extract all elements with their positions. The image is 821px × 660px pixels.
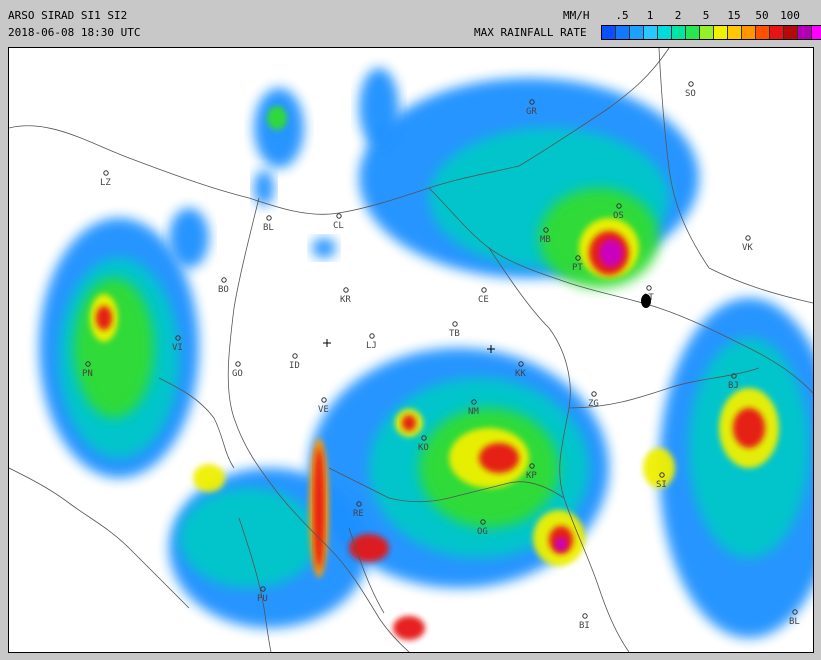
scale-label-4: 15 xyxy=(727,9,741,22)
city-label: ZG xyxy=(588,399,599,409)
city-ce: CE xyxy=(478,287,489,305)
scale-swatch-14 xyxy=(798,26,812,39)
city-label: MB xyxy=(540,235,551,245)
city-label: CL xyxy=(333,221,344,231)
scale-swatch-10 xyxy=(742,26,756,39)
city-bo: BO xyxy=(218,277,229,295)
scale-swatch-9 xyxy=(728,26,742,39)
city-cl: CL xyxy=(333,213,344,231)
city-label: KK xyxy=(515,369,526,379)
city-label: PN xyxy=(82,369,93,379)
scale-swatch-4 xyxy=(658,26,672,39)
city-label: BL xyxy=(789,617,800,627)
scale-swatch-2 xyxy=(630,26,644,39)
scale-swatch-0 xyxy=(602,26,616,39)
city-label: LZ xyxy=(100,178,111,188)
city-label: LJ xyxy=(366,341,377,351)
city-label: ID xyxy=(289,361,300,371)
city-label: BI xyxy=(579,621,590,631)
timestamp: 2018-06-08 18:30 UTC xyxy=(8,26,141,39)
city-label: NM xyxy=(468,407,479,417)
rain-cell xyxy=(267,106,287,130)
city-label: KR xyxy=(340,295,351,305)
rain-cell xyxy=(169,208,209,268)
city-lz: LZ xyxy=(100,170,111,188)
city-label: BL xyxy=(263,223,274,233)
rain-cell xyxy=(555,537,567,551)
city-bi: BI xyxy=(579,613,590,631)
city-label: PU xyxy=(257,594,268,604)
city-label: VE xyxy=(318,405,329,415)
city-label: KO xyxy=(418,443,429,453)
city-label: TB xyxy=(449,329,460,339)
scale-swatch-15 xyxy=(812,26,821,39)
city-so: SO xyxy=(685,81,696,99)
scale-swatch-1 xyxy=(616,26,630,39)
scale-label-6: 100 xyxy=(780,9,800,22)
city-vk: VK xyxy=(742,235,753,253)
city-ve: VE xyxy=(318,397,329,415)
city-id: ID xyxy=(289,353,300,371)
rain-cell xyxy=(359,68,399,148)
color-scale-bar xyxy=(601,25,821,40)
city-label: CE xyxy=(478,295,489,305)
product-title: ARSO SIRAD SI1 SI2 xyxy=(8,9,128,22)
city-label: VI xyxy=(172,343,183,353)
legend-title: MAX RAINFALL RATE xyxy=(474,26,587,39)
rain-cell xyxy=(312,238,336,258)
scale-swatch-13 xyxy=(784,26,798,39)
rainfall-layer xyxy=(39,68,813,640)
rain-cell xyxy=(179,488,319,588)
rain-cell xyxy=(314,448,324,568)
city-bl: BL xyxy=(263,215,274,233)
rain-cell xyxy=(733,408,765,448)
rain-cell xyxy=(393,616,425,640)
header-bar: ARSO SIRAD SI1 SI2 2018-06-08 18:30 UTC … xyxy=(0,0,821,46)
rain-cell xyxy=(193,464,225,492)
city-label: VK xyxy=(742,243,753,253)
scale-swatch-12 xyxy=(770,26,784,39)
scale-label-2: 2 xyxy=(674,9,682,22)
city-label: OG xyxy=(477,527,488,537)
rain-cell xyxy=(402,415,416,431)
scale-swatch-3 xyxy=(644,26,658,39)
scale-swatch-11 xyxy=(756,26,770,39)
radar-map[interactable]: GR SO LZ BL CL MB PT VK BO KR CE LJ TB VI PN GO ID KK ZG BJ… xyxy=(8,47,814,653)
city-label: RE xyxy=(353,509,364,519)
city-label: BO xyxy=(218,285,229,295)
city-label: BJ xyxy=(728,381,739,391)
city-label: SI xyxy=(656,480,667,490)
scale-swatch-8 xyxy=(714,26,728,39)
city-label: PT xyxy=(572,263,583,273)
city-zg: ZG xyxy=(588,391,599,409)
scale-swatch-5 xyxy=(672,26,686,39)
city-kr: KR xyxy=(340,287,351,305)
city-label: GO xyxy=(232,369,243,379)
city-lj: LJ xyxy=(366,333,377,351)
rain-cell xyxy=(74,278,154,418)
rain-cell xyxy=(479,443,519,473)
city-label: SO xyxy=(685,89,696,99)
city-label: KP xyxy=(526,471,537,481)
city-label: OS xyxy=(613,211,624,221)
scale-unit: MM/H xyxy=(563,9,590,22)
scale-swatch-6 xyxy=(686,26,700,39)
scale-label-5: 50 xyxy=(755,9,769,22)
rain-cell xyxy=(349,534,389,562)
scale-label-3: 5 xyxy=(702,9,710,22)
scale-label-1: 1 xyxy=(646,9,654,22)
city-tb: TB xyxy=(449,321,460,339)
rain-cell xyxy=(96,306,112,330)
black-blob xyxy=(641,294,651,308)
rain-cell xyxy=(599,239,623,267)
scale-label-0: .5 xyxy=(615,9,629,22)
radar-map-canvas: GR SO LZ BL CL MB PT VK BO KR CE LJ TB VI PN GO ID KK ZG BJ… xyxy=(9,48,813,652)
city-label: GR xyxy=(526,107,537,117)
scale-swatch-7 xyxy=(700,26,714,39)
city-go: GO xyxy=(232,361,243,379)
